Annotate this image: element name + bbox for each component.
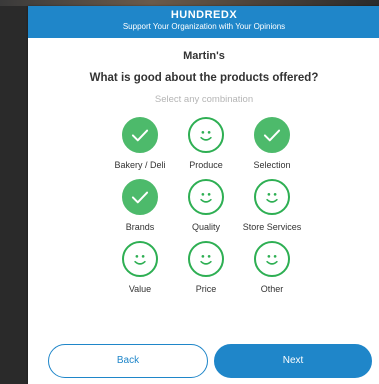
smiley-icon bbox=[200, 193, 212, 203]
option-label: Value bbox=[128, 284, 152, 294]
option-label: Price bbox=[195, 284, 217, 294]
store-name: Martin's bbox=[183, 50, 225, 62]
smiley-icon bbox=[200, 255, 212, 265]
option-label: Store Services bbox=[242, 222, 302, 232]
checkmark-icon bbox=[131, 129, 149, 142]
option-circle[interactable] bbox=[254, 117, 290, 153]
option-label: Bakery / Deli bbox=[114, 160, 166, 170]
option-circle[interactable] bbox=[188, 179, 224, 215]
option-label: Selection bbox=[253, 160, 291, 170]
option-circle[interactable] bbox=[188, 241, 224, 277]
selection-hint: Select any combination bbox=[154, 94, 254, 105]
option-label: Brands bbox=[125, 222, 155, 232]
option-label: Produce bbox=[189, 160, 223, 170]
option-circle[interactable] bbox=[188, 117, 224, 153]
smiley-icon bbox=[134, 255, 146, 265]
option-circle[interactable] bbox=[122, 179, 158, 215]
option-circle[interactable] bbox=[254, 241, 290, 277]
option-circle[interactable] bbox=[122, 241, 158, 277]
smiley-icon bbox=[266, 255, 278, 265]
option-circle[interactable] bbox=[122, 117, 158, 153]
smiley-icon bbox=[200, 131, 212, 141]
option-label: Quality bbox=[191, 222, 220, 232]
next-button[interactable]: Next bbox=[214, 344, 372, 378]
brand-tagline: Support Your Organization with Your Opin… bbox=[122, 22, 286, 31]
option-label: Other bbox=[260, 284, 284, 294]
checkmark-icon bbox=[263, 129, 281, 142]
header-bar: HUNDREDX Support Your Organization with … bbox=[28, 6, 379, 38]
smiley-icon bbox=[266, 193, 278, 203]
checkmark-icon bbox=[131, 191, 149, 204]
back-button[interactable]: Back bbox=[48, 344, 208, 378]
brand-logo-text: HUNDREDX bbox=[170, 9, 238, 21]
option-circle[interactable] bbox=[254, 179, 290, 215]
question-text: What is good about the products offered? bbox=[89, 72, 319, 84]
survey-panel: HUNDREDX Support Your Organization with … bbox=[28, 6, 379, 384]
